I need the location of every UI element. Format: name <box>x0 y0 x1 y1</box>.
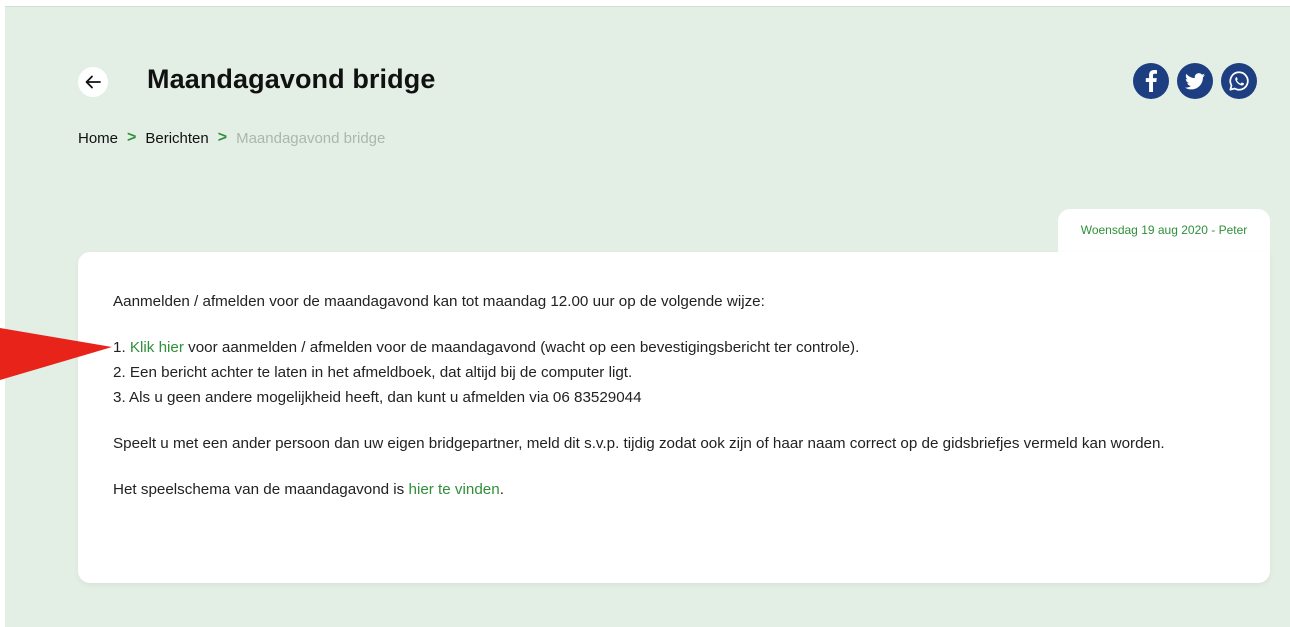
whatsapp-share-button[interactable] <box>1221 63 1257 99</box>
annotation-arrow <box>0 328 112 380</box>
facebook-share-button[interactable] <box>1133 63 1169 99</box>
chevron-right-icon: > <box>127 129 137 146</box>
back-button[interactable] <box>78 67 108 97</box>
list-item-text: voor aanmelden / afmelden voor de maanda… <box>183 339 860 356</box>
share-buttons <box>1133 63 1257 99</box>
partner-note: Speelt u met een ander persoon dan uw ei… <box>113 435 1165 452</box>
list-item: 1. Klik hier voor aanmelden / afmelden v… <box>113 335 1236 360</box>
list-item-number: 1. <box>113 339 130 356</box>
klik-hier-link[interactable]: Klik hier <box>130 339 184 356</box>
schedule-paragraph: Het speelschema van de maandagavond is h… <box>113 477 1236 502</box>
whatsapp-icon <box>1229 71 1249 91</box>
schedule-link[interactable]: hier te vinden <box>409 481 500 498</box>
breadcrumb-berichten-link[interactable]: Berichten <box>145 130 208 147</box>
arrow-left-icon <box>85 75 101 89</box>
schedule-text: Het speelschema van de maandagavond is <box>113 481 409 498</box>
signup-options-list: 1. Klik hier voor aanmelden / afmelden v… <box>113 335 1236 410</box>
breadcrumb-home-link[interactable]: Home <box>78 130 118 147</box>
breadcrumb: Home > Berichten > Maandagavond bridge <box>78 129 385 147</box>
breadcrumb-current: Maandagavond bridge <box>236 129 386 147</box>
twitter-icon <box>1185 72 1205 89</box>
post-intro: Aanmelden / afmelden voor de maandagavon… <box>113 293 765 310</box>
schedule-suffix: . <box>499 481 504 498</box>
facebook-icon <box>1145 70 1157 92</box>
twitter-share-button[interactable] <box>1177 63 1213 99</box>
chevron-right-icon: > <box>217 129 228 146</box>
page-title: Maandagavond bridge <box>147 64 436 94</box>
list-item: 2. Een bericht achter te laten in het af… <box>113 364 633 381</box>
list-item: 3. Als u geen andere mogelijkheid heeft,… <box>113 389 642 406</box>
post-card: Aanmelden / afmelden voor de maandagavon… <box>78 252 1270 583</box>
